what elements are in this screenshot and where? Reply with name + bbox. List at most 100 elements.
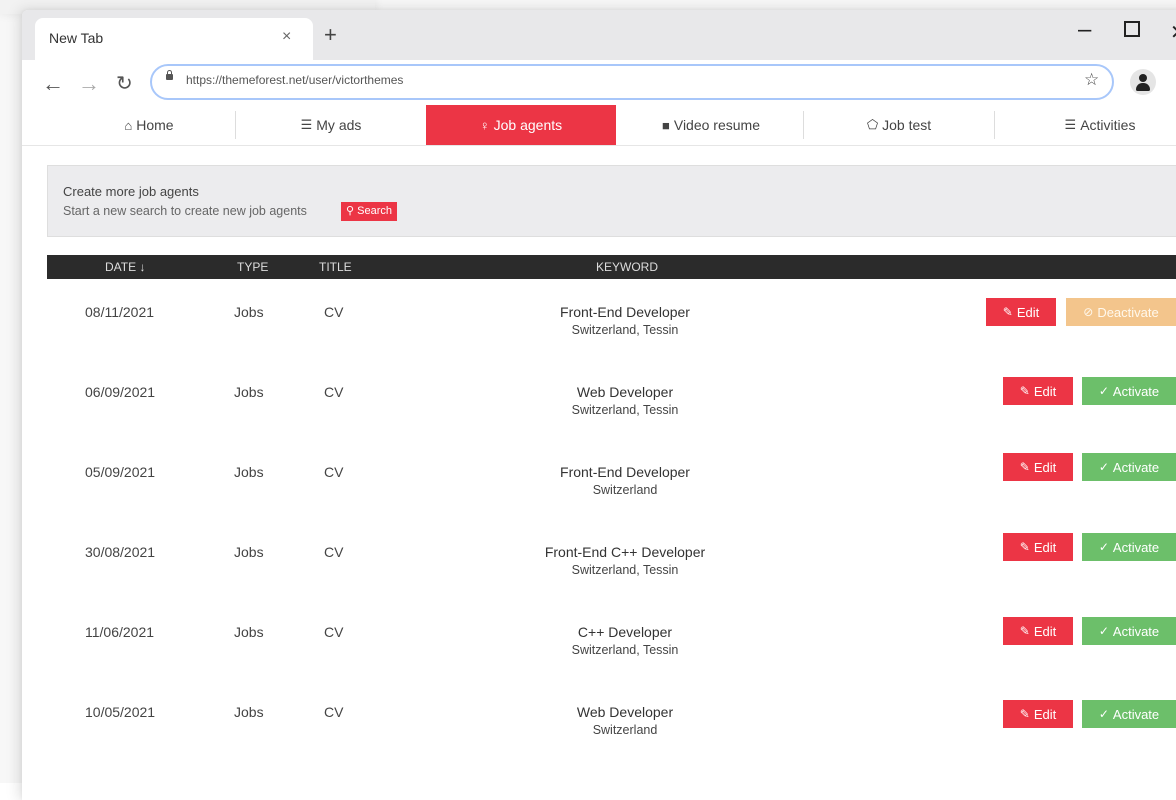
reload-icon[interactable]: ↻ bbox=[116, 72, 133, 96]
minimize-icon[interactable]: – bbox=[1078, 16, 1091, 44]
nav-label: Job agents bbox=[493, 117, 563, 133]
pentagon-icon: ⬠ bbox=[866, 117, 879, 132]
row-title: CV bbox=[324, 624, 344, 640]
nav-label: My ads bbox=[316, 117, 362, 133]
pencil-icon: ✎ bbox=[1019, 624, 1030, 638]
browser-tab[interactable]: New Tab × bbox=[35, 18, 313, 60]
deactivate-label: Deactivate bbox=[1097, 304, 1159, 320]
nav-item-job-agents[interactable]: ♀ Job agents bbox=[426, 105, 616, 145]
table-header: DATE ↓ TYPE TITLE KEYWORD bbox=[47, 255, 1176, 279]
search-button[interactable]: ⚲ Search bbox=[341, 202, 397, 221]
lock-icon bbox=[166, 70, 173, 80]
pencil-icon: ✎ bbox=[1019, 384, 1030, 398]
row-location: Switzerland bbox=[592, 483, 658, 497]
nav-item-job-test[interactable]: ⬠ Job test bbox=[804, 105, 994, 145]
row-keyword: Front-End Developer bbox=[560, 304, 690, 320]
bulb-icon: ♀ bbox=[479, 117, 490, 133]
row-date: 30/08/2021 bbox=[85, 544, 156, 560]
address-bar[interactable]: https://themeforest.net/user/victortheme… bbox=[150, 64, 1114, 100]
nav-item-my-ads[interactable]: ☰ My ads bbox=[236, 105, 426, 145]
check-circle-icon: ✓ bbox=[1098, 460, 1109, 474]
create-agent-banner: Create more job agents Start a new searc… bbox=[47, 165, 1176, 237]
nav-item-video-resume[interactable]: ■ Video resume bbox=[616, 105, 806, 145]
row-location: Switzerland, Tessin bbox=[571, 643, 679, 657]
header-title[interactable]: TITLE bbox=[319, 260, 352, 274]
window-close-icon[interactable]: ✕ bbox=[1170, 20, 1176, 45]
activate-button[interactable]: ✓ Activate bbox=[1082, 377, 1176, 405]
row-title: CV bbox=[324, 304, 344, 320]
check-circle-icon: ✓ bbox=[1098, 540, 1109, 554]
row-type: Jobs bbox=[234, 304, 264, 320]
check-circle-icon: ✓ bbox=[1098, 624, 1109, 638]
nav-label: Job test bbox=[882, 117, 932, 133]
row-date: 08/11/2021 bbox=[85, 304, 155, 320]
row-title: CV bbox=[324, 464, 344, 480]
table-row: 30/08/2021 Jobs CV Front-End C++ Develop… bbox=[47, 533, 1176, 615]
nav-item-activities[interactable]: ☰ Activities bbox=[1005, 105, 1176, 145]
home-icon: ⌂ bbox=[124, 117, 133, 133]
new-tab-icon[interactable]: + bbox=[324, 24, 337, 46]
nav-item-home[interactable]: ⌂ Home bbox=[54, 105, 244, 145]
row-keyword: Web Developer bbox=[576, 704, 674, 720]
row-location: Switzerland, Tessin bbox=[571, 563, 679, 577]
row-title: CV bbox=[324, 384, 344, 400]
site-nav: ⌂ Home ☰ My ads ♀ Job agents ■ Video res… bbox=[22, 105, 1176, 146]
nav-label: Video resume bbox=[673, 117, 760, 133]
row-type: Jobs bbox=[234, 464, 264, 480]
row-type: Jobs bbox=[234, 624, 264, 640]
edit-label: Edit bbox=[1033, 383, 1057, 399]
row-date: 10/05/2021 bbox=[85, 704, 156, 720]
row-title: CV bbox=[324, 704, 344, 720]
activate-label: Activate bbox=[1112, 459, 1160, 475]
star-icon[interactable]: ☆ bbox=[1084, 70, 1099, 90]
tab-title: New Tab bbox=[49, 30, 104, 46]
row-keyword: Front-End Developer bbox=[560, 464, 690, 480]
edit-button[interactable]: ✎ Edit bbox=[1003, 700, 1073, 728]
row-type: Jobs bbox=[234, 384, 264, 400]
pencil-icon: ✎ bbox=[1019, 460, 1030, 474]
edit-label: Edit bbox=[1033, 706, 1057, 722]
arrow-right-icon[interactable]: → bbox=[78, 72, 100, 96]
maximize-icon[interactable] bbox=[1124, 21, 1140, 37]
background: New Tab × + – ✕ ← → ↻ https://themefores… bbox=[0, 0, 1176, 800]
edit-label: Edit bbox=[1033, 459, 1057, 475]
header-type[interactable]: TYPE bbox=[237, 260, 268, 274]
row-date: 11/06/2021 bbox=[85, 624, 155, 640]
activate-button[interactable]: ✓ Activate bbox=[1082, 533, 1176, 561]
edit-button[interactable]: ✎ Edit bbox=[1003, 453, 1073, 481]
edit-button[interactable]: ✎ Edit bbox=[986, 298, 1056, 326]
table-row: 11/06/2021 Jobs CV C++ Developer Switzer… bbox=[47, 615, 1176, 695]
list-icon: ☰ bbox=[1064, 117, 1077, 132]
pencil-icon: ✎ bbox=[1019, 540, 1030, 554]
table-row: 08/11/2021 Jobs CV Front-End Developer S… bbox=[47, 295, 1176, 375]
nav-label: Activities bbox=[1080, 117, 1136, 133]
profile-icon[interactable] bbox=[1130, 69, 1156, 95]
close-tab-icon[interactable]: × bbox=[282, 28, 291, 46]
edit-button[interactable]: ✎ Edit bbox=[1003, 377, 1073, 405]
edit-button[interactable]: ✎ Edit bbox=[1003, 533, 1073, 561]
header-date[interactable]: DATE ↓ bbox=[105, 260, 145, 274]
url-text[interactable]: https://themeforest.net/user/victortheme… bbox=[186, 73, 403, 87]
table-row: 05/09/2021 Jobs CV Front-End Developer S… bbox=[47, 453, 1176, 535]
pencil-icon: ✎ bbox=[1019, 707, 1030, 721]
nav-divider bbox=[994, 111, 995, 139]
row-keyword: C++ Developer bbox=[577, 624, 673, 640]
table-row: 10/05/2021 Jobs CV Web Developer Switzer… bbox=[47, 695, 1176, 775]
arrow-left-icon[interactable]: ← bbox=[42, 72, 64, 96]
deactivate-button[interactable]: ⊘ Deactivate bbox=[1066, 298, 1176, 326]
activate-button[interactable]: ✓ Activate bbox=[1082, 617, 1176, 645]
activate-label: Activate bbox=[1112, 539, 1160, 555]
header-keyword[interactable]: KEYWORD bbox=[596, 260, 658, 274]
banner-subtitle: Start a new search to create new job age… bbox=[63, 204, 307, 218]
activate-button[interactable]: ✓ Activate bbox=[1082, 700, 1176, 728]
row-type: Jobs bbox=[234, 704, 264, 720]
check-circle-icon: ✓ bbox=[1098, 384, 1109, 398]
pencil-icon: ✎ bbox=[1002, 305, 1013, 319]
edit-button[interactable]: ✎ Edit bbox=[1003, 617, 1073, 645]
edit-label: Edit bbox=[1033, 539, 1057, 555]
row-location: Switzerland bbox=[592, 723, 658, 737]
activate-button[interactable]: ✓ Activate bbox=[1082, 453, 1176, 481]
video-icon: ■ bbox=[662, 117, 670, 133]
activate-label: Activate bbox=[1112, 623, 1160, 639]
row-title: CV bbox=[324, 544, 344, 560]
